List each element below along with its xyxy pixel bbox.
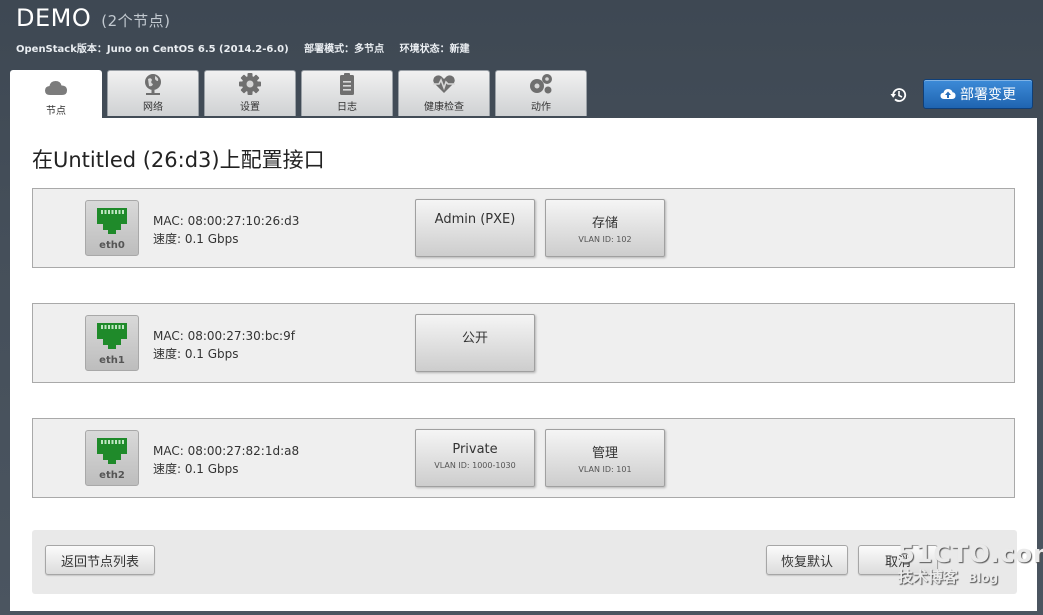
tab-label: 动作	[531, 102, 551, 113]
network-admin-pxe[interactable]: Admin (PXE)	[415, 199, 535, 257]
environment-title: DEMO (2个节点)	[16, 4, 171, 32]
environment-meta: OpenStack版本：Juno on CentOS 6.5 (2014.2-6…	[16, 40, 482, 55]
interface-row-eth1: eth1 MAC: 08:00:27:30:bc:9f 速度: 0.1 Gbps…	[32, 303, 1015, 383]
ethernet-port-icon	[97, 438, 127, 464]
tab-health-check[interactable]: 健康检查	[398, 70, 490, 116]
vlan-id: VLAN ID: 102	[578, 235, 632, 244]
network-name: Admin (PXE)	[434, 212, 516, 227]
network-management[interactable]: 管理 VLAN ID: 101	[545, 429, 665, 487]
tab-settings[interactable]: 设置	[204, 70, 296, 116]
network-name: 管理	[591, 446, 618, 461]
environment-status: 环境状态：新建	[399, 44, 470, 55]
mac-address: MAC: 08:00:27:10:26:d3	[153, 214, 300, 228]
network-name: Private	[452, 442, 498, 457]
tab-networks[interactable]: 网络	[107, 70, 199, 116]
cloud-icon	[45, 81, 67, 95]
port-eth0[interactable]: eth0	[85, 200, 139, 256]
interface-row-eth2: eth2 MAC: 08:00:27:82:1d:a8 速度: 0.1 Gbps…	[32, 418, 1015, 498]
interface-info: MAC: 08:00:27:30:bc:9f 速度: 0.1 Gbps	[153, 327, 295, 363]
network-name: 存储	[591, 216, 618, 231]
deploy-mode: 部署模式：多节点	[304, 44, 385, 55]
network-private[interactable]: Private VLAN ID: 1000-1030	[415, 429, 535, 487]
tab-actions[interactable]: 动作	[495, 70, 587, 116]
ethernet-port-icon	[97, 208, 127, 234]
link-speed: 速度: 0.1 Gbps	[153, 347, 239, 361]
interface-info: MAC: 08:00:27:82:1d:a8 速度: 0.1 Gbps	[153, 442, 299, 478]
network-public[interactable]: 公开	[415, 314, 535, 372]
reset-defaults-button[interactable]: 恢复默认	[766, 545, 848, 575]
globe-icon	[145, 74, 161, 95]
network-storage[interactable]: 存储 VLAN ID: 102	[545, 199, 665, 257]
deploy-changes-label: 部署变更	[960, 87, 1016, 103]
node-count: (2个节点)	[101, 12, 171, 30]
back-to-nodes-button[interactable]: 返回节点列表	[45, 545, 155, 575]
interface-name: eth2	[99, 470, 125, 481]
environment-name: DEMO	[16, 4, 92, 32]
heartbeat-icon	[433, 75, 455, 93]
gear-icon	[239, 73, 261, 95]
watermark-logo: 51CTO.com 技术博客 Blog	[898, 540, 1043, 598]
tab-logs[interactable]: 日志	[301, 70, 393, 116]
tab-label: 设置	[240, 102, 260, 113]
tab-label: 节点	[46, 106, 66, 117]
link-speed: 速度: 0.1 Gbps	[153, 462, 239, 476]
main-panel: 在Untitled (26:d3)上配置接口 eth0 MAC: 08:00:2…	[10, 118, 1037, 611]
interface-info: MAC: 08:00:27:10:26:d3 速度: 0.1 Gbps	[153, 212, 299, 248]
history-icon[interactable]	[890, 86, 908, 104]
vlan-id: VLAN ID: 101	[578, 465, 632, 474]
interface-name: eth1	[99, 355, 125, 366]
action-bar: 返回节点列表 恢复默认 取消	[32, 530, 1017, 594]
mac-address: MAC: 08:00:27:82:1d:a8	[153, 444, 300, 458]
gears-icon	[530, 74, 552, 94]
vlan-id: VLAN ID: 1000-1030	[434, 461, 516, 470]
mac-address: MAC: 08:00:27:30:bc:9f	[153, 329, 295, 343]
tab-label: 网络	[143, 102, 163, 113]
interface-name: eth0	[99, 240, 125, 251]
watermark-site: 51CTO.com	[898, 540, 1043, 568]
cloud-upload-icon	[940, 89, 956, 99]
port-eth1[interactable]: eth1	[85, 315, 139, 371]
openstack-version: OpenStack版本：Juno on CentOS 6.5 (2014.2-6…	[16, 44, 289, 55]
link-speed: 速度: 0.1 Gbps	[153, 232, 239, 246]
interface-row-eth0: eth0 MAC: 08:00:27:10:26:d3 速度: 0.1 Gbps…	[32, 188, 1015, 268]
watermark-caption: 技术博客 Blog	[898, 566, 1038, 587]
network-name: 公开	[461, 331, 488, 346]
watermark-blog-cn: 技术博客	[898, 568, 959, 586]
ethernet-port-icon	[97, 323, 127, 349]
main-tabs: 节点 网络 设置 日志 健康检查 动作	[10, 70, 592, 120]
watermark-blog-en: Blog	[968, 571, 999, 585]
deploy-changes-button[interactable]: 部署变更	[923, 79, 1033, 109]
tab-label: 日志	[337, 102, 357, 113]
port-eth2[interactable]: eth2	[85, 430, 139, 486]
tab-nodes[interactable]: 节点	[10, 70, 102, 120]
page-title: 在Untitled (26:d3)上配置接口	[32, 148, 325, 172]
clipboard-icon	[340, 73, 354, 95]
tab-label: 健康检查	[424, 102, 464, 113]
